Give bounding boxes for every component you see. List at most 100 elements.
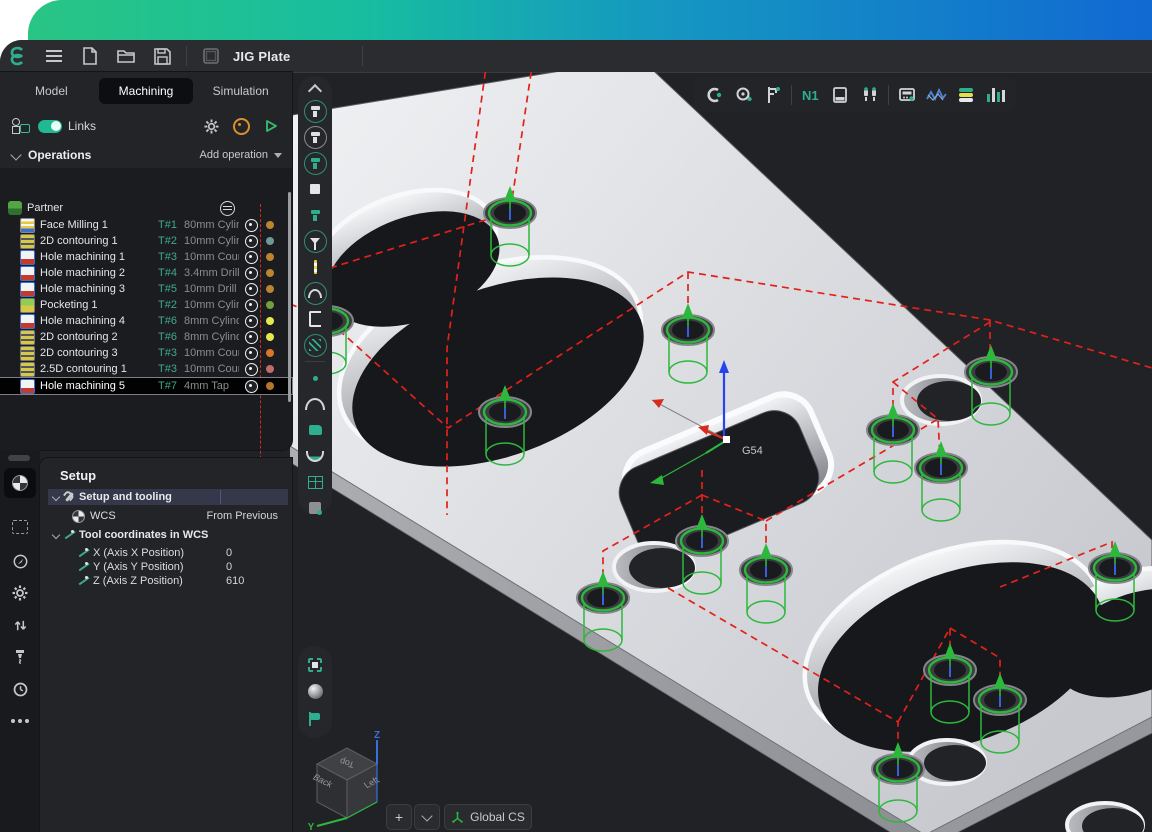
point-icon[interactable] <box>302 365 328 391</box>
status-dot <box>266 333 274 341</box>
settings-gear-icon[interactable] <box>4 578 36 608</box>
add-cs-button[interactable]: + <box>386 804 412 830</box>
coordinate-row-z[interactable]: Z (Axis Z Position) 610 <box>48 573 288 589</box>
status-dot <box>266 301 274 309</box>
toolpath-target-icon[interactable] <box>245 380 258 393</box>
surface-icon[interactable] <box>302 417 328 443</box>
operations-scrollbar[interactable] <box>288 192 291 402</box>
contouring-icon <box>20 234 35 249</box>
operation-row[interactable]: Hole machining 4T#68mm Cylindrical <box>0 313 292 329</box>
control-panel-icon[interactable] <box>895 83 919 107</box>
status-dot <box>266 221 274 229</box>
snap-magnet-icon[interactable] <box>702 83 726 107</box>
fixture-icon[interactable] <box>302 306 328 332</box>
reorder-arrows-icon[interactable] <box>4 610 36 640</box>
tab-model[interactable]: Model <box>4 78 99 104</box>
tab-machining[interactable]: Machining <box>99 78 194 104</box>
toolpath-target-icon[interactable] <box>245 347 258 360</box>
toolbar-divider <box>305 361 325 362</box>
statistics-icon[interactable] <box>984 83 1008 107</box>
operation-row[interactable]: 2D contouring 1T#210mm Cylindrica <box>0 233 292 249</box>
machining-time-icon[interactable] <box>4 674 36 704</box>
main-menu-button[interactable] <box>43 45 65 67</box>
new-document-button[interactable] <box>79 45 101 67</box>
toolpath-target-icon[interactable] <box>245 251 258 264</box>
stock-icon[interactable] <box>302 176 328 202</box>
simulation-target-icon[interactable] <box>233 118 250 135</box>
operation-row-selected[interactable]: Hole machining 5T#74mm Tap <box>0 378 292 394</box>
group-menu-icon[interactable] <box>220 201 235 216</box>
mesh-box-icon[interactable] <box>302 469 328 495</box>
milling-head-icon[interactable] <box>302 280 328 306</box>
selection-marquee-icon[interactable] <box>4 512 36 542</box>
coordinate-value[interactable]: 0 <box>226 561 232 573</box>
operation-row[interactable]: Hole machining 2T#43.4mm Drill <box>0 265 292 281</box>
tool-coordinates-group[interactable]: Tool coordinates in WCS <box>48 527 288 543</box>
operation-row[interactable]: Pocketing 1T#210mm Cylindrica <box>0 297 292 313</box>
sheet-surface-icon[interactable] <box>302 443 328 469</box>
operation-row[interactable]: Hole machining 1T#310mm Countersi <box>0 249 292 265</box>
toolpath-graph-icon[interactable] <box>925 83 949 107</box>
coordinate-value[interactable]: 0 <box>226 547 232 559</box>
spline-icon[interactable] <box>302 391 328 417</box>
operation-row[interactable]: Face Milling 1T#180mm Cylindrica <box>0 217 292 233</box>
toolpath-target-icon[interactable] <box>245 235 258 248</box>
tool-spindle-icon[interactable] <box>302 124 328 150</box>
toolpath-target-icon[interactable] <box>245 219 258 232</box>
caret-down-icon <box>274 153 282 158</box>
solid-body-icon[interactable] <box>302 495 328 521</box>
operation-row[interactable]: Hole machining 3T#510mm Drill <box>0 281 292 297</box>
operation-row[interactable]: 2D contouring 2T#68mm Cylindrical <box>0 329 292 345</box>
toolpath-target-icon[interactable] <box>245 267 258 280</box>
caliper-icon[interactable] <box>762 83 786 107</box>
partner-row[interactable]: Partner <box>0 200 292 216</box>
drill-bit-icon[interactable] <box>302 254 328 280</box>
tool-pair-icon[interactable] <box>858 83 882 107</box>
add-operation-button[interactable]: Add operation <box>200 149 283 161</box>
app-root: { "window": { "title": "JIG Plate" }, "g… <box>0 0 1152 832</box>
collet-icon[interactable] <box>302 202 328 228</box>
viewport-3d[interactable]: G54 <box>290 72 1152 832</box>
tool-active-icon[interactable] <box>302 150 328 176</box>
fit-view-icon[interactable] <box>302 652 328 678</box>
machining-settings-icon[interactable] <box>204 119 219 134</box>
toolpath-target-icon[interactable] <box>245 331 258 344</box>
collapse-chevron-icon[interactable] <box>10 149 21 160</box>
coordinate-system-icon <box>451 811 464 824</box>
setup-tooling-group[interactable]: Setup and tooling <box>48 489 288 505</box>
panel-drag-handle[interactable] <box>8 455 30 461</box>
compass-icon[interactable] <box>4 546 36 576</box>
global-cs-button[interactable]: Global CS <box>444 804 532 830</box>
save-project-button[interactable] <box>151 45 173 67</box>
toolpath-target-icon[interactable] <box>245 363 258 376</box>
toolpath-target-icon[interactable] <box>245 299 258 312</box>
hatch-material-icon[interactable] <box>302 332 328 358</box>
wcs-row[interactable]: WCS From Previous <box>48 508 288 524</box>
wrench-icon <box>64 492 74 502</box>
coordinate-value[interactable]: 610 <box>226 575 244 587</box>
nc-program-icon[interactable]: N1 <box>798 83 822 107</box>
links-toggle[interactable] <box>38 120 62 133</box>
operation-row[interactable]: 2D contouring 3T#310mm Countersi <box>0 345 292 361</box>
flag-marker-icon[interactable] <box>302 706 328 732</box>
navigation-cube[interactable]: Top Back Left Z Y <box>303 730 399 832</box>
operation-row[interactable]: 2.5D contouring 1T#310mm Countersi <box>0 361 292 377</box>
more-options-icon[interactable] <box>4 706 36 736</box>
shaded-view-icon[interactable] <box>302 679 328 705</box>
toolpath-target-icon[interactable] <box>245 283 258 296</box>
tool-drill-icon[interactable] <box>4 642 36 672</box>
cs-dropdown-button[interactable] <box>414 804 440 830</box>
collapse-up-icon[interactable] <box>302 80 328 98</box>
tool-holder-icon[interactable] <box>302 98 328 124</box>
sheet-icon[interactable] <box>828 83 852 107</box>
wcs-tool-icon[interactable] <box>4 468 36 498</box>
measure-tape-icon[interactable] <box>732 83 756 107</box>
toolpath-target-icon[interactable] <box>245 315 258 328</box>
status-dot <box>266 382 274 390</box>
tab-simulation[interactable]: Simulation <box>193 78 288 104</box>
open-project-button[interactable] <box>115 45 137 67</box>
wcs-value[interactable]: From Previous <box>206 510 278 522</box>
run-play-icon[interactable] <box>264 119 278 133</box>
tool-stack-icon[interactable] <box>954 83 978 107</box>
countersink-tool-icon[interactable] <box>302 228 328 254</box>
